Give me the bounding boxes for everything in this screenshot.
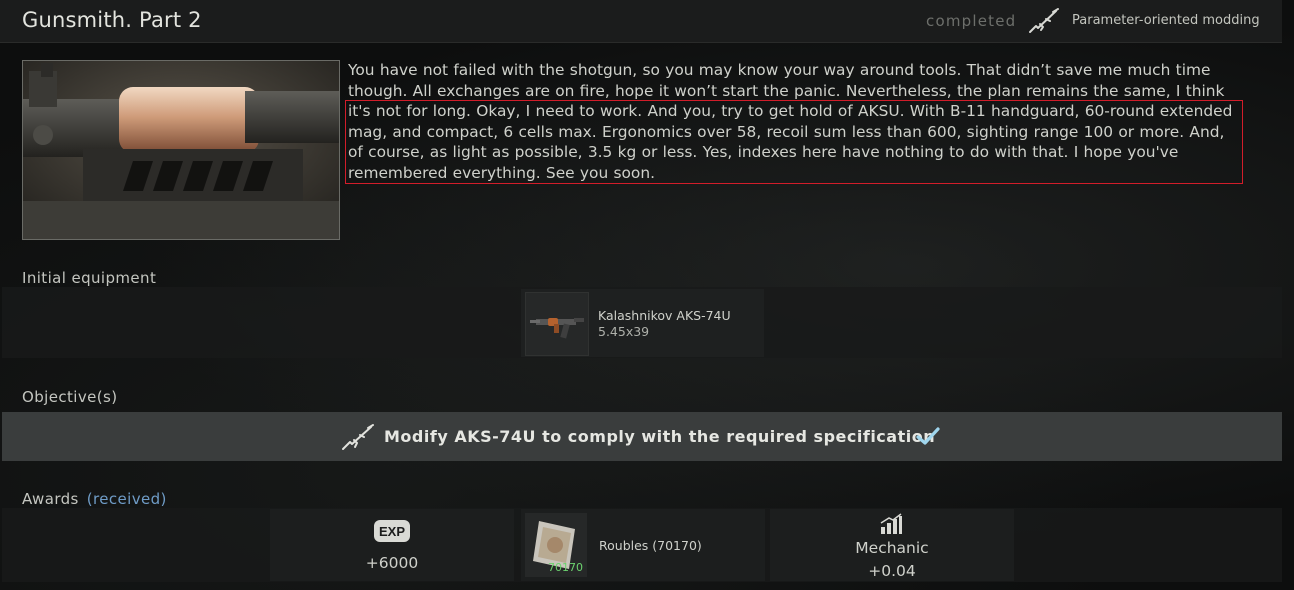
exp-icon: EXP <box>374 520 410 542</box>
awards-label: Awards (received) <box>22 490 167 508</box>
money-amount: 70170 <box>548 561 583 574</box>
aks74u-rifle-icon <box>525 292 589 356</box>
skill-chart-icon <box>880 513 902 534</box>
skill-value: +0.04 <box>868 562 916 580</box>
rifle-icon <box>1029 8 1059 33</box>
equipment-item[interactable]: Kalashnikov AKS-74U 5.45x39 <box>521 289 764 357</box>
quest-type-label: Parameter-oriented modding <box>1072 13 1260 28</box>
exp-icon-text: EXP <box>379 524 405 539</box>
objective-text: Modify AKS-74U to comply with the requir… <box>384 427 936 446</box>
award-skill[interactable]: Mechanic +0.04 <box>770 509 1014 581</box>
rifle-icon <box>342 424 374 450</box>
roubles-icon: 70170 <box>525 513 587 577</box>
quest-status: completed <box>926 12 1017 30</box>
initial-equipment-label: Initial equipment <box>22 269 157 287</box>
quest-header: Gunsmith. Part 2 completed Parameter-ori… <box>0 0 1282 43</box>
quest-description: You have not failed with the shotgun, so… <box>348 61 1233 182</box>
experience-value: +6000 <box>365 554 419 572</box>
objective-row: Modify AKS-74U to comply with the requir… <box>2 412 1282 461</box>
award-money[interactable]: 70170 Roubles (70170) <box>521 509 765 581</box>
skill-name: Mechanic <box>855 539 929 557</box>
awards-status: (received) <box>86 490 167 508</box>
quest-page: Gunsmith. Part 2 completed Parameter-ori… <box>0 0 1294 590</box>
money-name: Roubles (70170) <box>599 538 702 553</box>
objectives-label: Objective(s) <box>22 388 118 406</box>
quest-portrait-image <box>22 60 340 240</box>
equipment-item-caliber: 5.45x39 <box>598 324 650 339</box>
equipment-item-name: Kalashnikov AKS-74U <box>598 308 731 323</box>
quest-title: Gunsmith. Part 2 <box>22 8 202 32</box>
check-icon <box>916 427 940 445</box>
award-experience[interactable]: EXP +6000 <box>270 509 514 581</box>
awards-title: Awards <box>22 490 79 508</box>
